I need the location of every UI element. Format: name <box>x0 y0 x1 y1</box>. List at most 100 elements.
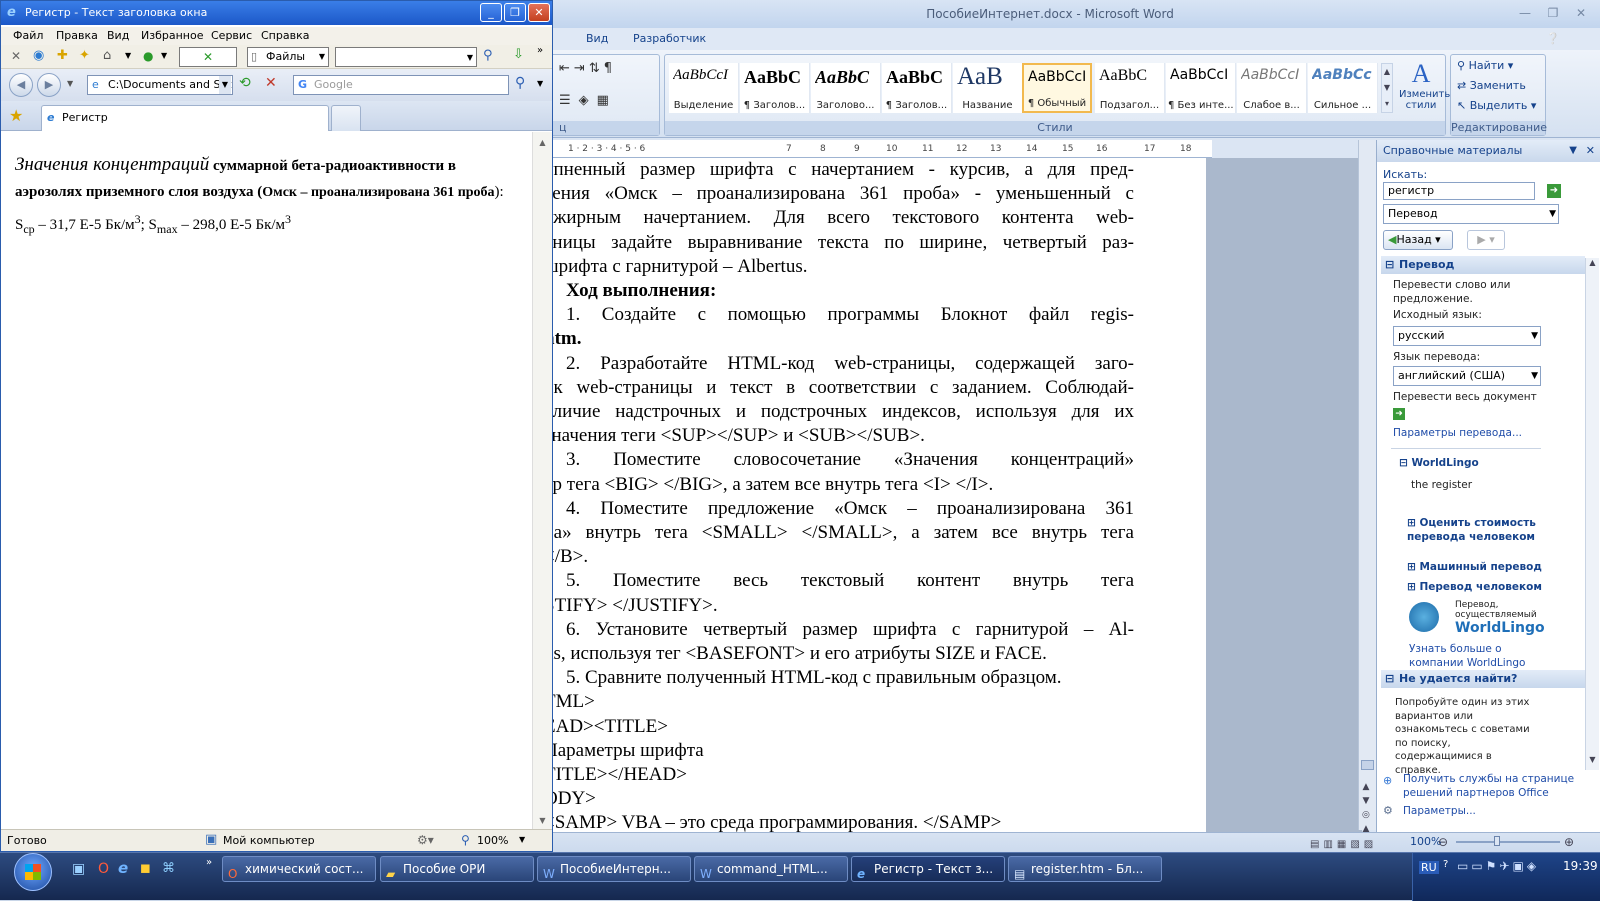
menu-view[interactable]: Вид <box>107 29 129 42</box>
chevron-down-icon[interactable]: ▼ <box>67 79 73 88</box>
worldlingo-heading[interactable]: ⊟ WorldLingo <box>1399 456 1479 470</box>
style-normal[interactable]: AaBbCcI ¶ Обычный <box>1022 63 1092 113</box>
indent-decrease-icon[interactable]: ⇤ <box>559 61 570 76</box>
tray-icons[interactable]: ▭▭⚑✈▣◈ <box>1457 859 1539 873</box>
pane-options-link[interactable]: Параметры... <box>1403 804 1476 818</box>
address-bar[interactable]: e C:\Documents and Set <box>87 75 233 95</box>
maximize-icon[interactable]: ❐ <box>1540 4 1566 22</box>
menu-tools[interactable]: Сервис <box>211 29 252 42</box>
back-icon[interactable]: ◀ <box>9 73 33 97</box>
source-language-select[interactable]: русский ▼ <box>1393 326 1541 346</box>
pane-close-icon[interactable]: ✕ <box>1586 140 1595 162</box>
tab-developer[interactable]: Разработчик <box>633 32 706 45</box>
popup-blocker-icon[interactable]: ✕ <box>179 47 237 67</box>
protected-mode-icon[interactable]: ⚙▾ <box>417 833 434 847</box>
home-icon[interactable]: ⌂ <box>103 48 111 63</box>
chevron-down-icon[interactable]: ▼ <box>125 51 131 60</box>
stop-icon[interactable]: ✕ <box>265 75 277 91</box>
stop-icon[interactable]: ✕ <box>11 49 21 63</box>
task-item[interactable]: Wcommand_HTML... <box>694 856 848 882</box>
menu-edit[interactable]: Правка <box>56 29 98 42</box>
toolbar-search-input[interactable]: ▼ <box>335 47 477 67</box>
menu-file[interactable]: Файл <box>13 29 43 42</box>
zoom-slider[interactable] <box>1456 841 1560 843</box>
style-heading3[interactable]: AaBbC ¶ Заголов... <box>882 63 952 113</box>
status-icon[interactable]: ● <box>143 49 153 63</box>
menu-help[interactable]: Справка <box>261 29 309 42</box>
borders-icon[interactable]: ▦ <box>597 93 609 108</box>
style-no-spacing[interactable]: AaBbCcI ¶ Без инте... <box>1166 63 1236 113</box>
start-button[interactable] <box>14 853 52 891</box>
translate-doc-go-icon[interactable]: ➜ <box>1393 408 1405 420</box>
favorites-star-icon[interactable]: ★ <box>9 106 23 125</box>
zoom-in-icon[interactable]: ⊕ <box>1564 835 1574 849</box>
select-button[interactable]: ↖ Выделить ▾ <box>1457 99 1536 112</box>
refresh-icon[interactable]: ⟲ <box>239 75 251 91</box>
opera-icon[interactable]: O <box>98 861 109 877</box>
task-item[interactable]: Oхимический сост... <box>222 856 376 882</box>
option-human[interactable]: ⊞ Перевод человеком <box>1407 580 1542 594</box>
view-buttons[interactable]: ▤▥▦▧▨ <box>1310 839 1377 850</box>
overflow-icon[interactable]: » <box>206 857 212 868</box>
change-styles-button[interactable]: A Изменить стили <box>1399 59 1450 119</box>
task-item-active[interactable]: e Регистр - Текст з... <box>851 856 1005 882</box>
close-icon[interactable]: ✕ <box>528 3 550 22</box>
help-icon[interactable]: ? <box>1443 859 1448 870</box>
forward-button[interactable]: ▶ ▾ <box>1467 230 1505 250</box>
minimize-icon[interactable]: _ <box>480 3 502 22</box>
section-notfound[interactable]: ⊟ Не удается найти? <box>1381 670 1585 688</box>
close-icon[interactable]: ✕ <box>1568 4 1594 22</box>
task-item[interactable]: W ПособиеИнтерн... <box>537 856 691 882</box>
chevron-down-icon[interactable]: ▼ <box>519 835 525 844</box>
gallery-scroll[interactable]: ▲ ▼ ▾ <box>1381 63 1393 113</box>
zoom-slider-thumb[interactable] <box>1494 836 1500 846</box>
search-box[interactable]: G Google <box>293 75 509 95</box>
style-subtle[interactable]: AaBbCcI Слабое в... <box>1237 63 1307 113</box>
find-button[interactable]: ⚲ Найти ▾ <box>1457 59 1513 72</box>
target-language-select[interactable]: английский (США) ▼ <box>1393 366 1541 386</box>
go-arrow-icon[interactable]: ➜ <box>1547 184 1561 198</box>
globe-icon[interactable]: ◉ <box>33 48 44 63</box>
forward-icon[interactable]: ▶ <box>37 73 61 97</box>
search-input[interactable]: регистр <box>1383 182 1535 200</box>
network-icon[interactable]: ⌘ <box>162 861 175 876</box>
tab-active[interactable]: e Регистр <box>41 105 329 131</box>
favorites-icon[interactable]: ✦ <box>79 48 90 63</box>
service-select[interactable]: Перевод ▼ <box>1383 204 1559 224</box>
style-heading2[interactable]: AaBbC Заголово... <box>811 63 881 113</box>
media-icon[interactable]: ◼ <box>140 861 151 876</box>
translation-options-link[interactable]: Параметры перевода... <box>1393 426 1522 440</box>
help-icon[interactable]: ❔ <box>1546 32 1560 45</box>
ie-quicklaunch-icon[interactable]: e <box>118 859 128 877</box>
minimize-icon[interactable]: — <box>1512 4 1538 22</box>
line-spacing-icon[interactable]: ☰ <box>559 93 571 108</box>
shading-icon[interactable]: ◈ <box>579 93 589 108</box>
pane-scrollbar[interactable]: ▲ ▼ <box>1585 258 1599 770</box>
replace-button[interactable]: ⇄ Заменить <box>1457 79 1526 92</box>
document-scrollbar[interactable]: ▲▼◎▲▼ <box>1358 140 1376 848</box>
style-heading1[interactable]: AaBbC ¶ Заголов... <box>740 63 810 113</box>
document-page[interactable]: упненный размер шрифта с начертанием - к… <box>540 158 1206 832</box>
style-subtitle[interactable]: AaBbC Подзагол... <box>1095 63 1165 113</box>
pane-menu-icon[interactable]: ▼ <box>1569 140 1577 162</box>
zoom-level[interactable]: 100% <box>1410 835 1441 848</box>
task-item[interactable]: ▤ register.htm - Бл... <box>1008 856 1162 882</box>
scroll-thumb[interactable] <box>1361 760 1374 770</box>
task-item[interactable]: ▰ Пособие ОРИ <box>380 856 534 882</box>
indent-increase-icon[interactable]: ⇥ <box>574 61 585 76</box>
zoom-out-icon[interactable]: ⊖ <box>1438 835 1448 849</box>
search-icon[interactable]: ⚲ <box>483 48 493 63</box>
address-dropdown-icon[interactable]: ▼ <box>219 76 231 94</box>
back-button[interactable]: ◀Назад ▾ <box>1383 230 1453 250</box>
office-services-link[interactable]: Получить службы на странице решений парт… <box>1403 772 1583 800</box>
maximize-icon[interactable]: ❐ <box>504 3 526 22</box>
status-zoom[interactable]: 100% <box>477 834 508 847</box>
new-tab-button[interactable] <box>331 105 361 131</box>
chevron-down-icon[interactable]: ▼ <box>537 79 543 88</box>
add-favorite-icon[interactable]: ✚ <box>57 48 68 63</box>
show-desktop-icon[interactable]: ▣ <box>72 861 85 877</box>
ie-scrollbar[interactable]: ▲ ▼ <box>532 132 552 829</box>
search-icon[interactable]: ⚲ <box>515 75 525 91</box>
style-intense[interactable]: AaBbCc Сильное ... <box>1308 63 1378 113</box>
pilcrow-icon[interactable]: ¶ <box>604 61 612 76</box>
